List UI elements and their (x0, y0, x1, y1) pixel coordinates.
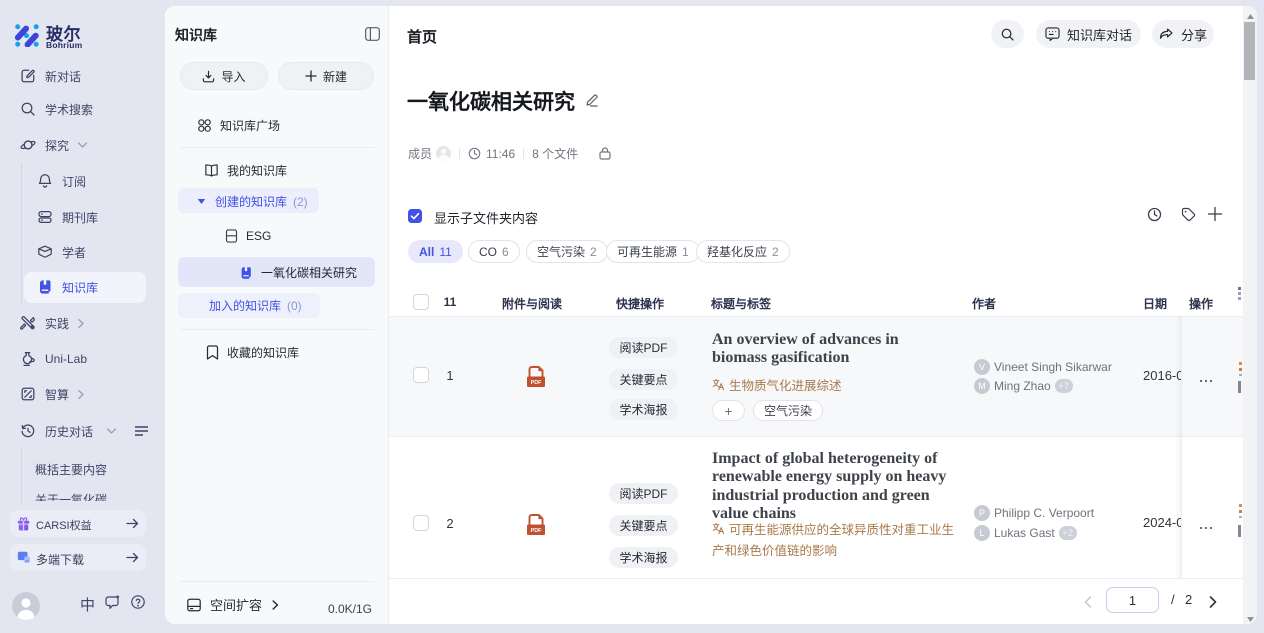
svg-text:PDF: PDF (531, 528, 542, 534)
svg-text:PDF: PDF (531, 380, 542, 386)
